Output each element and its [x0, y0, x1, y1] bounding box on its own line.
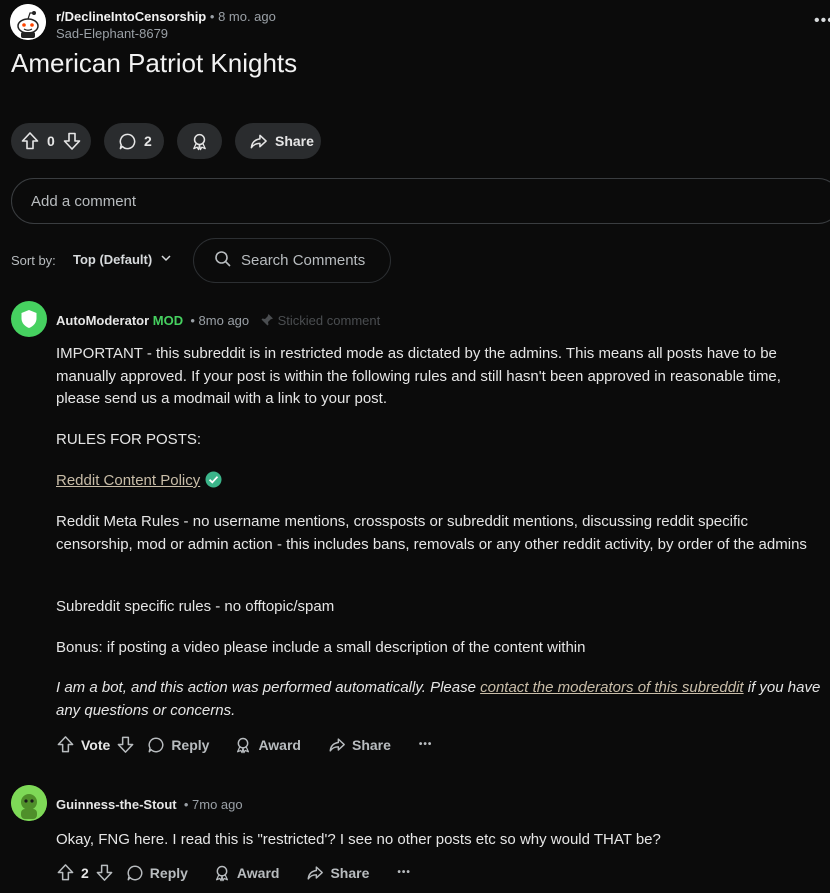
- chevron-down-icon: [160, 252, 172, 267]
- comment-actions: 2 Reply Award Share •••: [56, 863, 411, 882]
- sort-by-label: Sort by:: [11, 253, 56, 268]
- share-button[interactable]: Share: [328, 736, 391, 754]
- award-icon: [213, 864, 231, 882]
- subreddit-avatar[interactable]: [10, 4, 46, 40]
- post-comment-count: 2: [144, 133, 152, 149]
- upvote-icon[interactable]: [56, 735, 75, 754]
- downvote-icon[interactable]: [116, 735, 135, 754]
- upvote-icon[interactable]: [20, 131, 40, 151]
- comment-bubble-icon: [118, 132, 137, 151]
- share-icon: [249, 132, 268, 151]
- pin-icon: [253, 313, 278, 328]
- search-placeholder: Search Comments: [241, 252, 366, 269]
- post-title: American Patriot Knights: [11, 48, 298, 78]
- comment-author[interactable]: Guinness-the-Stout: [56, 797, 177, 812]
- award-icon: [190, 132, 209, 151]
- comment-author[interactable]: AutoModerator: [56, 313, 149, 328]
- comment-paragraph: Bonus: if posting a video please include…: [56, 639, 586, 656]
- comment-body: Okay, FNG here. I read this is "restrict…: [56, 831, 661, 848]
- sort-value: Top (Default): [73, 252, 153, 267]
- content-policy-link[interactable]: Reddit Content Policy: [56, 472, 200, 489]
- comment-overflow-menu[interactable]: •••: [419, 739, 433, 750]
- search-comments-input[interactable]: Search Comments: [193, 238, 391, 283]
- comment-age: 7mo ago: [192, 797, 243, 812]
- comment-paragraph: RULES FOR POSTS:: [56, 431, 202, 448]
- search-icon: [214, 250, 232, 272]
- comment-score: 2: [81, 864, 89, 881]
- post-meta-line: r/DeclineIntoCensorship • 8 mo. ago: [56, 9, 276, 24]
- vote-label: Vote: [81, 736, 111, 753]
- add-comment-input[interactable]: Add a comment: [11, 178, 830, 224]
- snoo-icon: [10, 4, 46, 40]
- comment-header: AutoModerator MOD • 8mo ago Stickied com…: [56, 313, 380, 328]
- post-score: 0: [47, 133, 55, 149]
- share-label: Share: [275, 133, 314, 149]
- bot-disclaimer-prefix: I am a bot, and this action was performe…: [56, 679, 481, 696]
- avatar-icon: [11, 785, 47, 821]
- comment-actions: Vote Reply Award Share •••: [56, 735, 432, 754]
- sort-dropdown[interactable]: Top (Default): [73, 252, 172, 267]
- downvote-icon[interactable]: [95, 863, 114, 882]
- subreddit-name[interactable]: r/DeclineIntoCensorship: [56, 9, 206, 24]
- post-overflow-menu[interactable]: •••: [814, 12, 830, 30]
- comment-overflow-menu[interactable]: •••: [397, 867, 411, 878]
- shield-icon: [21, 310, 37, 328]
- meta-separator: •: [186, 313, 199, 328]
- add-comment-placeholder: Add a comment: [31, 192, 137, 210]
- comment-paragraph: Subreddit specific rules - no offtopic/s…: [56, 598, 335, 615]
- comment-vote: Vote: [56, 735, 135, 754]
- comment-vote: 2: [56, 863, 114, 882]
- meta-separator: •: [209, 9, 215, 24]
- award-button[interactable]: Award: [234, 736, 301, 754]
- post-share-button[interactable]: Share: [235, 123, 321, 159]
- share-label: Share: [351, 736, 391, 753]
- award-button[interactable]: Award: [213, 864, 280, 882]
- reply-label: Reply: [149, 864, 188, 881]
- award-label: Award: [236, 864, 280, 881]
- commenter-avatar[interactable]: [11, 785, 47, 821]
- comment-paragraph: IMPORTANT - this subreddit is in restric…: [56, 345, 781, 407]
- award-icon: [234, 736, 252, 754]
- contact-moderators-link[interactable]: contact the moderators of this subreddit: [480, 679, 743, 696]
- post-vote-pill: 0: [11, 123, 91, 159]
- reply-button[interactable]: Reply: [126, 864, 188, 882]
- post-award-button[interactable]: [177, 123, 222, 159]
- check-circle-icon: [205, 471, 222, 496]
- comment-header: Guinness-the-Stout • 7mo ago: [56, 797, 243, 812]
- comment-age: 8mo ago: [198, 313, 250, 328]
- reply-icon: [126, 864, 144, 882]
- automoderator-avatar[interactable]: [11, 301, 47, 337]
- comment-body: IMPORTANT - this subreddit is in restric…: [56, 343, 826, 411]
- meta-separator: •: [180, 797, 193, 812]
- post-comments-button[interactable]: 2: [104, 123, 164, 159]
- post-age: 8 mo. ago: [218, 9, 276, 24]
- share-label: Share: [330, 864, 370, 881]
- reply-icon: [147, 736, 165, 754]
- mod-badge: MOD: [152, 313, 184, 328]
- award-label: Award: [258, 736, 301, 753]
- reply-label: Reply: [171, 736, 210, 753]
- reply-button[interactable]: Reply: [147, 736, 209, 754]
- upvote-icon[interactable]: [56, 863, 75, 882]
- comment-paragraph: Reddit Meta Rules - no username mentions…: [56, 513, 807, 553]
- share-button[interactable]: Share: [306, 864, 369, 882]
- stickied-label: Stickied comment: [277, 313, 381, 328]
- downvote-icon[interactable]: [62, 131, 82, 151]
- content-policy-line: Reddit Content Policy: [56, 470, 826, 496]
- post-author[interactable]: Sad-Elephant-8679: [56, 26, 168, 41]
- bot-disclaimer: I am a bot, and this action was performe…: [56, 677, 826, 722]
- share-icon: [328, 736, 346, 754]
- share-icon: [306, 864, 324, 882]
